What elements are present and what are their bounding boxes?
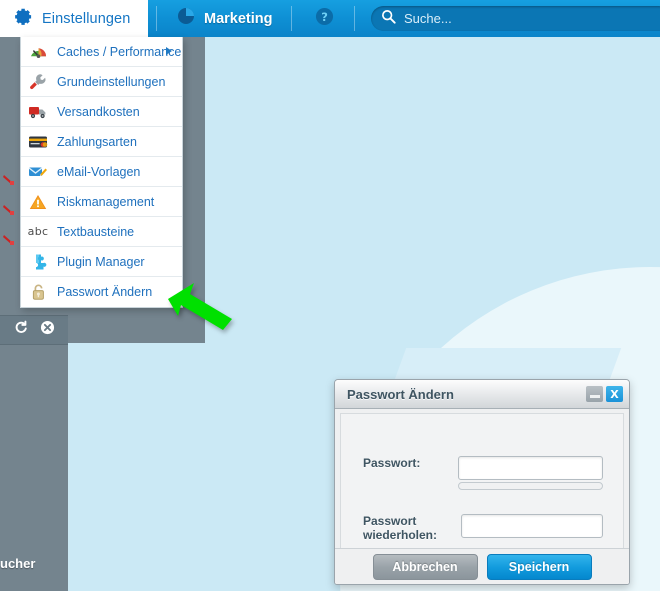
menu-item-versandkosten-label: Versandkosten: [57, 104, 140, 119]
gear-icon: [14, 7, 33, 31]
chevron-right-icon: [166, 47, 172, 55]
envelope-pencil-icon: [25, 162, 51, 182]
red-marker-icon-2: [3, 202, 14, 215]
menu-item-caches-performance[interactable]: Caches / Performance: [21, 37, 182, 67]
passwort-label: Passwort:: [363, 456, 421, 470]
form-row-passwort: Passwort:: [363, 456, 603, 490]
application-window: ucher Einstellungen Marketing ? Suche...…: [0, 0, 660, 591]
topbar-divider-3: [354, 6, 355, 31]
help-icon: ?: [315, 7, 334, 31]
panel-bottom-label: ucher: [0, 556, 36, 571]
dialog-form-panel: Passwort: Passwort wiederholen:: [340, 413, 624, 549]
passwort-wiederholen-input[interactable]: [460, 514, 603, 538]
menu-item-textbausteine[interactable]: abc Textbausteine: [21, 217, 182, 247]
annotation-arrow-icon: [168, 283, 233, 336]
menu-item-textbausteine-label: Textbausteine: [57, 224, 135, 239]
puzzle-piece-icon: [25, 252, 51, 272]
tab-marketing[interactable]: Marketing: [177, 0, 273, 37]
menu-item-zahlungsarten[interactable]: Zahlungsarten: [21, 127, 182, 157]
menu-item-riskmanagement[interactable]: Riskmanagement: [21, 187, 182, 217]
passwort-input[interactable]: [458, 456, 603, 480]
menu-item-passwort-aendern[interactable]: Passwort Ändern: [21, 277, 182, 307]
dialog-footer: Abbrechen Speichern: [335, 548, 629, 584]
menu-item-plugin-manager[interactable]: Plugin Manager: [21, 247, 182, 277]
background-watermark-slash: [393, 348, 622, 382]
panel-mini-toolbar: [0, 315, 68, 345]
pie-chart-icon: [177, 7, 195, 30]
search-placeholder: Suche...: [404, 11, 452, 26]
passwort-aendern-dialog: Passwort Ändern X Passwort: Passwort wie…: [334, 379, 630, 585]
menu-item-riskmanagement-label: Riskmanagement: [57, 194, 155, 209]
menu-item-plugin-manager-label: Plugin Manager: [57, 254, 145, 269]
menu-item-grundeinstellungen[interactable]: Grundeinstellungen: [21, 67, 182, 97]
dialog-title: Passwort Ändern: [347, 386, 454, 402]
passwort-wiederholen-label: Passwort wiederholen:: [363, 514, 438, 542]
close-icon[interactable]: [40, 320, 55, 340]
truck-icon: [25, 102, 51, 122]
tab-einstellungen-label: Einstellungen: [42, 10, 131, 27]
red-marker-icon-1: [3, 172, 14, 185]
search-icon: [381, 9, 396, 29]
svg-text:?: ?: [321, 9, 328, 23]
warning-triangle-icon: [25, 192, 51, 212]
gauge-icon: [25, 42, 51, 62]
tab-einstellungen[interactable]: Einstellungen: [0, 0, 148, 37]
abc-icon: abc: [27, 225, 49, 238]
form-row-passwort-wiederholen: Passwort wiederholen:: [363, 514, 603, 542]
minimize-icon[interactable]: [586, 386, 603, 402]
tab-marketing-label: Marketing: [204, 10, 273, 27]
red-marker-icon-3: [3, 232, 14, 245]
topbar-divider-1: [156, 6, 157, 31]
wrench-icon: [25, 72, 51, 92]
close-icon[interactable]: X: [606, 386, 623, 402]
topbar-divider-2: [291, 6, 292, 31]
menu-item-email-vorlagen-label: eMail-Vorlagen: [57, 164, 141, 179]
menu-item-grundeinstellungen-label: Grundeinstellungen: [57, 74, 166, 89]
credit-card-icon: [25, 132, 51, 152]
cancel-button[interactable]: Abbrechen: [372, 553, 478, 580]
menu-item-email-vorlagen[interactable]: eMail-Vorlagen: [21, 157, 182, 187]
settings-dropdown-menu: Caches / Performance Grundeinstellungen: [20, 37, 183, 308]
dialog-title-bar[interactable]: Passwort Ändern X: [335, 380, 629, 409]
search-input[interactable]: Suche...: [371, 6, 660, 31]
padlock-icon: [25, 282, 51, 302]
menu-item-zahlungsarten-label: Zahlungsarten: [57, 134, 137, 149]
passwort-strength-bar: [458, 482, 603, 490]
menu-item-versandkosten[interactable]: Versandkosten: [21, 97, 182, 127]
save-button[interactable]: Speichern: [486, 553, 592, 580]
help-button[interactable]: ?: [315, 0, 334, 37]
refresh-icon[interactable]: [14, 320, 29, 340]
dialog-body: Passwort: Passwort wiederholen:: [335, 409, 629, 549]
menu-item-caches-performance-label: Caches / Performance: [57, 44, 182, 59]
menu-item-passwort-aendern-label: Passwort Ändern: [57, 285, 153, 299]
